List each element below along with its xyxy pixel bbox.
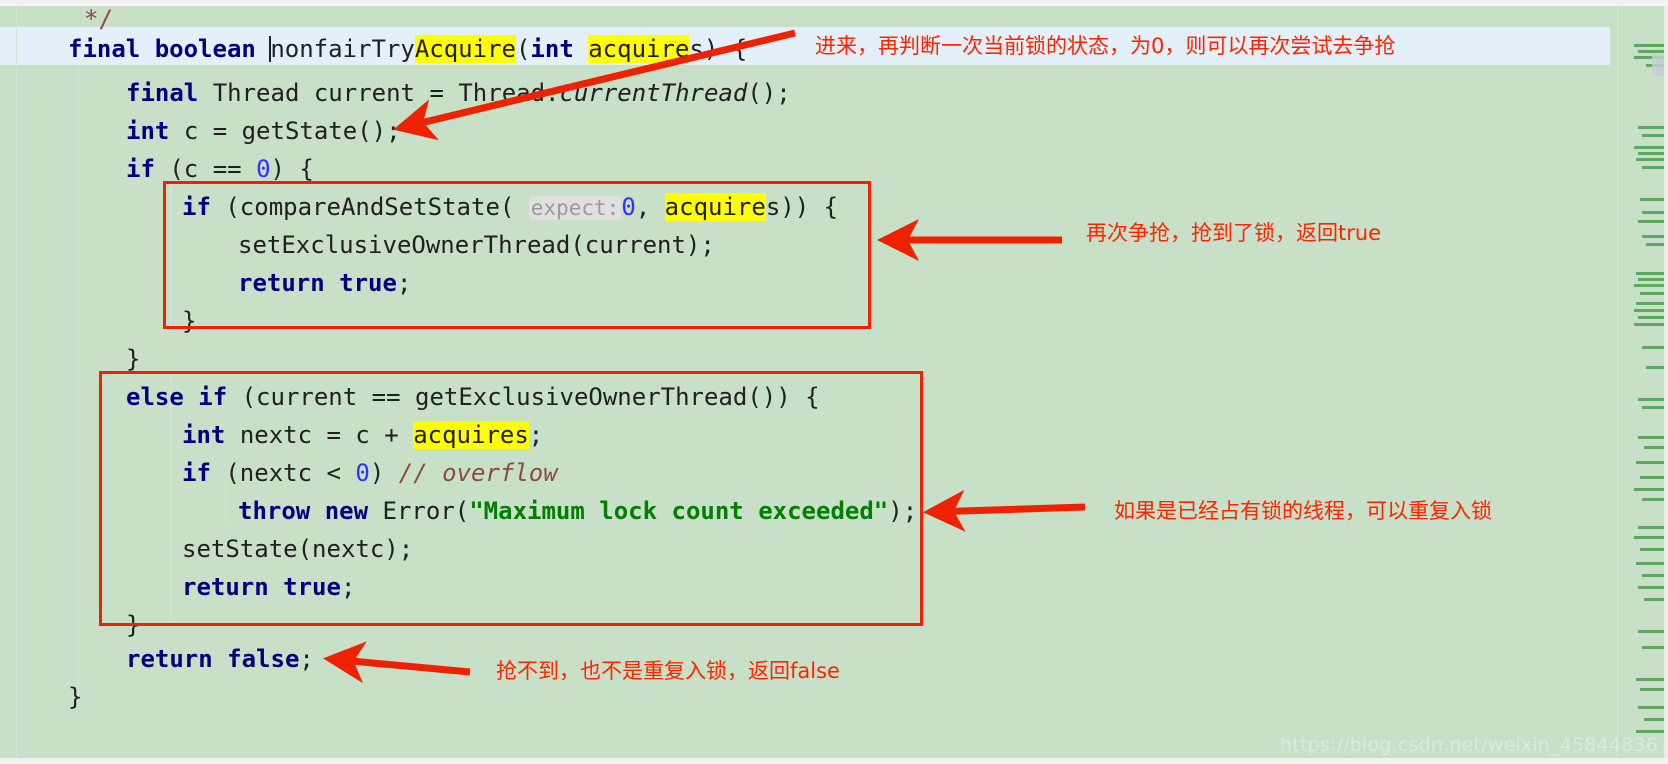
- minimap-tick: [1642, 346, 1664, 349]
- code-line-8: return true;: [238, 269, 412, 297]
- minimap-tick: [1638, 50, 1664, 53]
- minimap-tick: [1638, 316, 1664, 319]
- minimap-tick: [1642, 646, 1664, 649]
- code-line-10: }: [126, 345, 141, 373]
- minimap-tick: [1638, 630, 1664, 633]
- minimap-tick: [1638, 398, 1664, 401]
- minimap-tick: [1642, 406, 1664, 409]
- minimap-tick: [1638, 126, 1664, 129]
- minimap-tick: [1640, 292, 1664, 295]
- minimap-tick: [1636, 158, 1664, 161]
- minimap-tick: [1642, 211, 1664, 214]
- code-line-6: if (compareAndSetState( expect:0, acquir…: [182, 193, 839, 221]
- source-code[interactable]: */ final boolean nonfairTryAcquire(int a…: [0, 0, 1560, 764]
- minimap-tick: [1644, 598, 1664, 601]
- minimap-tick: [1642, 498, 1664, 501]
- code-line-7: setExclusiveOwnerThread(current);: [238, 231, 715, 259]
- code-line-3: final Thread current = Thread.currentThr…: [126, 79, 791, 107]
- minimap-tick: [1644, 718, 1664, 721]
- code-line-18: return false;: [126, 645, 314, 673]
- minimap-tick: [1634, 323, 1664, 326]
- minimap-tick: [1636, 272, 1664, 275]
- minimap-tick: [1636, 302, 1664, 305]
- minimap-tick: [1644, 446, 1664, 449]
- code-line-15: setState(nextc);: [182, 535, 414, 563]
- annotation-cas-success: 再次争抢，抢到了锁，返回true: [1086, 221, 1382, 245]
- minimap-tick: [1646, 366, 1664, 369]
- minimap-tick: [1638, 278, 1664, 281]
- minimap-tick: [1646, 243, 1664, 246]
- minimap-tick: [1638, 436, 1664, 439]
- code-line-11: else if (current == getExclusiveOwnerThr…: [126, 383, 820, 411]
- minimap-tick: [1638, 152, 1664, 155]
- code-editor-screenshot: */ final boolean nonfairTryAcquire(int a…: [0, 0, 1668, 764]
- minimap-tick: [1638, 220, 1664, 223]
- code-line-12: int nextc = c + acquires;: [182, 421, 544, 449]
- minimap-tick: [1638, 586, 1664, 589]
- watermark-url: https://blog.csdn.net/weixin_45844836: [1280, 734, 1658, 756]
- minimap-tick: [1640, 198, 1664, 201]
- annotation-fail: 抢不到，也不是重复入锁，返回false: [496, 659, 840, 683]
- minimap-tick: [1634, 309, 1664, 312]
- code-line-14: throw new Error("Maximum lock count exce…: [238, 497, 918, 525]
- editor-right-rail[interactable]: [1617, 6, 1668, 758]
- minimap-tick: [1634, 44, 1664, 47]
- annotation-reentrant: 如果是已经占有锁的线程，可以重复入锁: [1114, 499, 1492, 523]
- minimap-tick: [1638, 526, 1664, 529]
- minimap-tick: [1640, 548, 1664, 551]
- code-line-2: final boolean nonfairTryAcquire(int acqu…: [68, 35, 748, 63]
- code-line-9: }: [182, 307, 197, 335]
- minimap-tick: [1634, 488, 1664, 491]
- editor-right-edge: [1664, 6, 1668, 758]
- code-line-5: if (c == 0) {: [126, 155, 314, 183]
- minimap-tick: [1636, 730, 1664, 733]
- minimap-tick: [1634, 536, 1664, 539]
- minimap-tick: [1640, 476, 1664, 479]
- minimap-tick: [1640, 688, 1664, 691]
- code-line-17: }: [126, 611, 141, 639]
- minimap-tick: [1636, 562, 1664, 565]
- minimap-tick: [1636, 461, 1664, 464]
- editor-surface[interactable]: */ final boolean nonfairTryAcquire(int a…: [0, 0, 1668, 764]
- code-line-16: return true;: [182, 573, 356, 601]
- code-line-4: int c = getState();: [126, 117, 401, 145]
- code-line-19: }: [68, 683, 83, 711]
- minimap-tick: [1642, 166, 1664, 169]
- minimap-tick: [1636, 678, 1664, 681]
- minimap-tick: [1634, 146, 1664, 149]
- minimap-tick: [1634, 284, 1664, 287]
- minimap-tick: [1642, 235, 1664, 238]
- minimap-tick: [1642, 134, 1664, 137]
- minimap-tick: [1642, 574, 1664, 577]
- minimap-tick: [1638, 706, 1664, 709]
- annotation-entry: 进来，再判断一次当前锁的状态，为0，则可以再次尝试去争抢: [815, 34, 1396, 58]
- code-line-13: if (nextc < 0) // overflow: [182, 459, 558, 487]
